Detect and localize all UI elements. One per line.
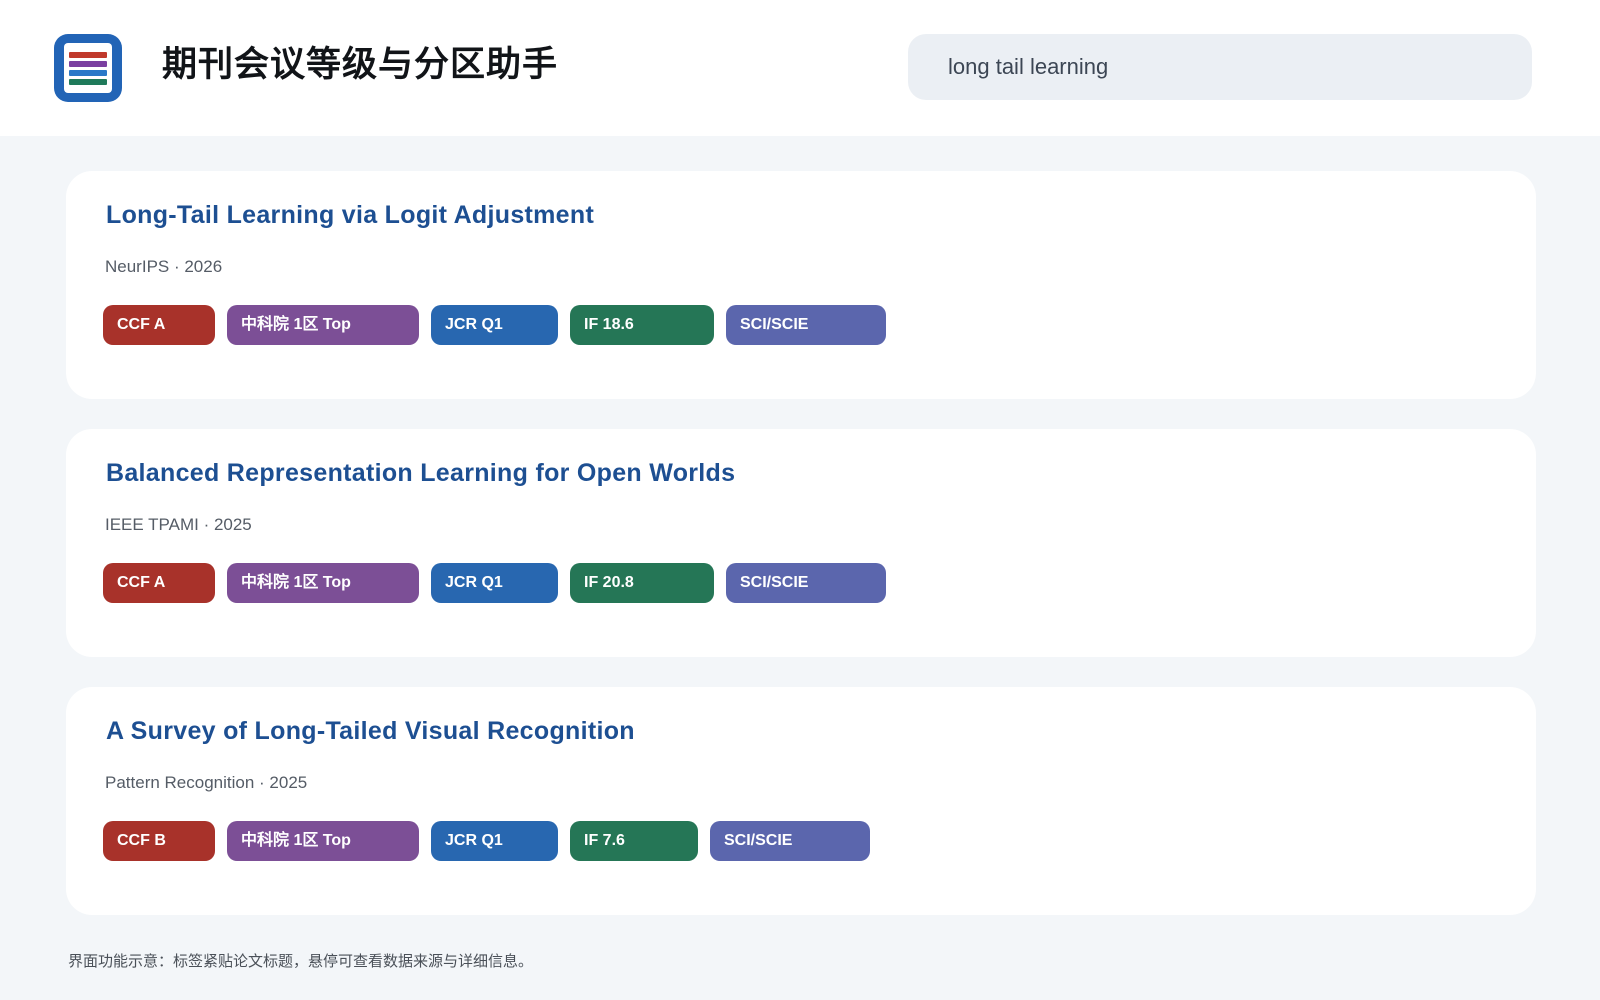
result-card: A Survey of Long-Tailed Visual Recogniti…	[66, 687, 1536, 915]
ccf-rank-tag[interactable]: CCF A	[103, 563, 215, 603]
result-card: Balanced Representation Learning for Ope…	[66, 429, 1536, 657]
app-icon-line	[69, 70, 107, 76]
jcr-quartile-tag[interactable]: JCR Q1	[431, 821, 558, 861]
paper-venue-year: IEEE TPAMI · 2025	[105, 515, 252, 534]
app-header: 期刊会议等级与分区助手	[0, 0, 1600, 136]
app-icon-page	[64, 43, 112, 93]
paper-venue-year: Pattern Recognition · 2025	[105, 773, 308, 792]
paper-venue-year: NeurIPS · 2026	[105, 257, 223, 276]
paper-title-link[interactable]: Long-Tail Learning via Logit Adjustment	[106, 201, 594, 230]
impact-factor-tag[interactable]: IF 20.8	[570, 563, 714, 603]
cas-zone-tag[interactable]: 中科院 1区 Top	[227, 305, 419, 345]
footer-note: 界面功能示意：标签紧贴论文标题，悬停可查看数据来源与详细信息。	[68, 953, 534, 970]
document-list-icon	[54, 34, 122, 102]
impact-factor-tag[interactable]: IF 18.6	[570, 305, 714, 345]
impact-factor-tag[interactable]: IF 7.6	[570, 821, 698, 861]
cas-zone-tag[interactable]: 中科院 1区 Top	[227, 563, 419, 603]
index-tag[interactable]: SCI/SCIE	[726, 563, 886, 603]
ccf-rank-tag[interactable]: CCF B	[103, 821, 215, 861]
paper-title-link[interactable]: A Survey of Long-Tailed Visual Recogniti…	[106, 717, 635, 746]
result-card: Long-Tail Learning via Logit Adjustment …	[66, 171, 1536, 399]
app-icon-line	[69, 61, 107, 67]
app-title: 期刊会议等级与分区助手	[162, 45, 559, 84]
app-icon-line	[69, 52, 107, 58]
index-tag[interactable]: SCI/SCIE	[710, 821, 870, 861]
search-input[interactable]	[908, 34, 1532, 100]
ccf-rank-tag[interactable]: CCF A	[103, 305, 215, 345]
index-tag[interactable]: SCI/SCIE	[726, 305, 886, 345]
cas-zone-tag[interactable]: 中科院 1区 Top	[227, 821, 419, 861]
app-icon-line	[69, 79, 107, 85]
jcr-quartile-tag[interactable]: JCR Q1	[431, 563, 558, 603]
jcr-quartile-tag[interactable]: JCR Q1	[431, 305, 558, 345]
paper-title-link[interactable]: Balanced Representation Learning for Ope…	[106, 459, 735, 488]
